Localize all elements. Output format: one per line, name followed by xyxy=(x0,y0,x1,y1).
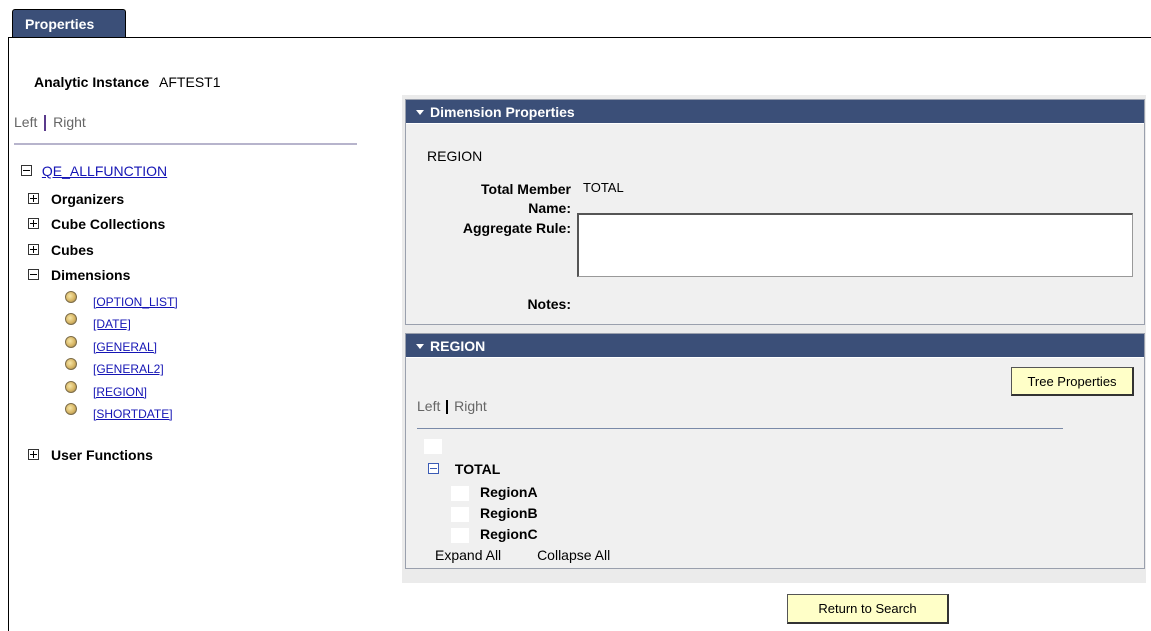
leaf-node-icon xyxy=(65,403,77,416)
dimension-leaf[interactable]: [GENERAL] xyxy=(65,333,178,355)
expand-icon[interactable] xyxy=(28,243,39,255)
leaf-node-icon xyxy=(65,335,77,348)
analytic-instance-label: Analytic Instance xyxy=(34,74,150,90)
aggregate-rule-textarea[interactable] xyxy=(577,213,1133,277)
return-to-search-button[interactable]: Return to Search xyxy=(787,594,949,624)
nav-left-link[interactable]: Left xyxy=(14,114,37,130)
tree-nodes: Organizers Cube Collections Cubes Dimens… xyxy=(28,187,165,288)
tab-properties[interactable]: Properties xyxy=(12,9,126,37)
left-right-nav: Left Right xyxy=(14,114,86,132)
collapse-icon[interactable] xyxy=(21,165,32,176)
tree-root-link[interactable]: QE_ALLFUNCTION xyxy=(42,163,167,179)
dimension-leaf[interactable]: [OPTION_LIST] xyxy=(65,288,178,310)
dimension-leaves: [OPTION_LIST] [DATE] [GENERAL] [GENERAL2… xyxy=(65,288,178,422)
collapse-triangle-icon xyxy=(416,109,424,115)
collapse-triangle-icon xyxy=(416,343,424,349)
dimension-leaf[interactable]: [SHORTDATE] xyxy=(65,400,178,422)
expand-all-link[interactable]: Expand All xyxy=(435,547,501,563)
analytic-instance-value: AFTEST1 xyxy=(159,74,221,90)
tree-node-user-functions[interactable]: User Functions xyxy=(28,447,153,463)
tree-root: QE_ALLFUNCTION xyxy=(21,163,167,179)
dimension-properties-header[interactable]: Dimension Properties xyxy=(406,100,1144,124)
expand-collapse-links: Expand All Collapse All xyxy=(435,547,610,563)
leaf-node-icon xyxy=(65,313,77,326)
region-nav-separator xyxy=(417,428,1063,429)
leaf-node-icon xyxy=(65,380,77,393)
expand-icon[interactable] xyxy=(28,218,39,230)
tree-node-cubes[interactable]: Cubes xyxy=(28,238,165,263)
aggregate-rule-label: Aggregate Rule: xyxy=(462,220,571,236)
total-member-value: TOTAL xyxy=(583,180,624,195)
collapse-icon[interactable] xyxy=(28,268,39,280)
tree-node-cube-collections[interactable]: Cube Collections xyxy=(28,212,165,237)
collapse-icon[interactable] xyxy=(428,463,439,474)
dimension-leaf[interactable]: [GENERAL2] xyxy=(65,355,178,377)
notes-label: Notes: xyxy=(527,296,571,312)
leaf-node-icon xyxy=(65,291,77,303)
leaf-node-icon xyxy=(65,358,77,371)
expand-icon[interactable] xyxy=(28,193,39,204)
nav-divider xyxy=(44,115,47,132)
dimension-leaf[interactable]: [DATE] xyxy=(65,310,178,332)
nav-separator xyxy=(14,143,357,145)
region-child[interactable]: RegionC xyxy=(451,524,538,545)
dimension-leaf[interactable]: [REGION] xyxy=(65,378,178,400)
tree-properties-button[interactable]: Tree Properties xyxy=(1011,367,1134,396)
analytic-instance: Analytic Instance AFTEST1 xyxy=(34,74,221,90)
region-nav-right[interactable]: Right xyxy=(454,398,487,414)
collapse-all-link[interactable]: Collapse All xyxy=(537,547,610,563)
nav-divider xyxy=(446,400,449,415)
tree-node-dimensions[interactable]: Dimensions xyxy=(28,263,165,288)
dimension-name: REGION xyxy=(427,148,483,164)
tab-underline xyxy=(8,37,1151,38)
region-nav: Left Right xyxy=(417,398,487,415)
region-tree-root[interactable]: TOTAL xyxy=(428,461,500,477)
tree-node-organizers[interactable]: Organizers xyxy=(28,187,165,212)
region-header[interactable]: REGION xyxy=(406,334,1144,358)
region-child[interactable]: RegionA xyxy=(451,482,538,503)
region-nav-left[interactable]: Left xyxy=(417,398,440,414)
region-child[interactable]: RegionB xyxy=(451,503,538,524)
page-left-border xyxy=(8,37,9,631)
blank-node-placeholder xyxy=(424,439,442,454)
total-member-label: Total Member Name: xyxy=(481,181,571,216)
nav-right-link[interactable]: Right xyxy=(53,114,86,130)
region-children: RegionA RegionB RegionC xyxy=(451,482,538,545)
expand-icon[interactable] xyxy=(28,449,39,460)
